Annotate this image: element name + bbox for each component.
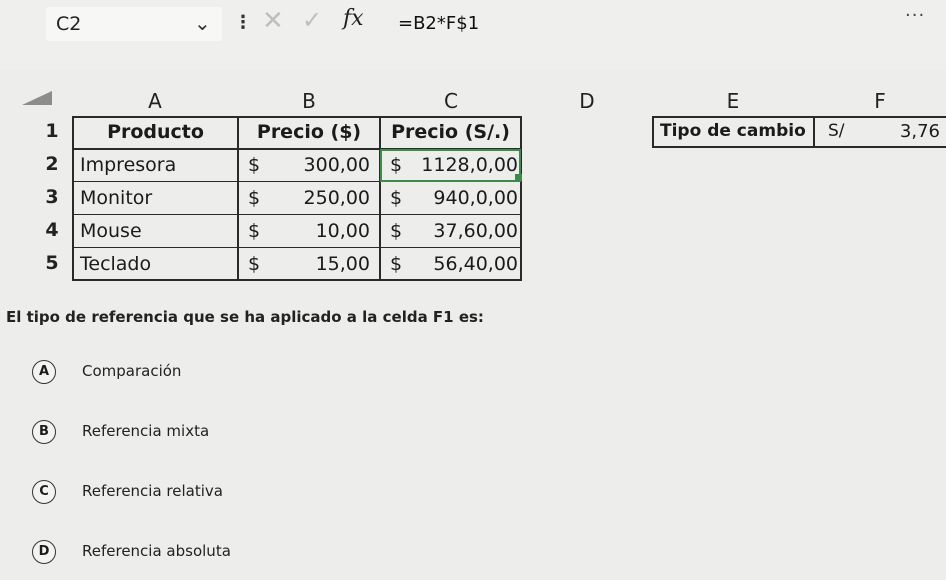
x-icon[interactable]: ✕: [262, 6, 284, 36]
column-header-c[interactable]: C: [380, 86, 522, 116]
row-header-3[interactable]: 3: [32, 186, 72, 208]
row-header-5[interactable]: 5: [32, 252, 72, 274]
column-header-b[interactable]: B: [238, 86, 380, 116]
table-border: [813, 116, 815, 148]
table-border: [72, 247, 522, 248]
more-icon[interactable]: ...: [905, 0, 925, 21]
cell-c2[interactable]: 1128,0,00: [408, 154, 518, 176]
cell-b2[interactable]: 300,00: [268, 154, 370, 176]
chevron-down-icon[interactable]: ⌄: [194, 11, 211, 35]
option-letter: A: [32, 360, 56, 384]
column-header-e[interactable]: E: [652, 86, 814, 116]
formula-text: =B2*F$1: [398, 13, 480, 34]
fill-handle[interactable]: [515, 174, 522, 181]
cell-a3[interactable]: Monitor: [80, 187, 152, 209]
cell-c1[interactable]: Precio (S/.): [381, 121, 520, 143]
table-border: [72, 214, 522, 215]
option-label: Referencia mixta: [82, 422, 210, 440]
name-box[interactable]: C2 ⌄: [46, 7, 222, 41]
cell-b1[interactable]: Precio ($): [239, 121, 379, 143]
option-label: Referencia relativa: [82, 482, 223, 500]
check-icon[interactable]: ✓: [302, 6, 322, 34]
option-label: Comparación: [82, 362, 182, 380]
cell-e1[interactable]: Tipo de cambio: [660, 121, 806, 141]
formula-bar: C2 ⌄ ⋮ ✕ ✓ fx =B2*F$1 ...: [0, 0, 946, 70]
cell-c3-symbol: $: [390, 187, 403, 209]
table-border: [520, 116, 522, 281]
cell-a5[interactable]: Teclado: [80, 253, 151, 275]
formula-input[interactable]: =B2*F$1: [380, 5, 900, 41]
option-letter: C: [32, 480, 56, 504]
option-label: Referencia absoluta: [82, 542, 231, 560]
cell-c4[interactable]: 37,60,00: [408, 220, 518, 242]
cell-c5[interactable]: 56,40,00: [408, 253, 518, 275]
table-border: [652, 146, 946, 148]
cell-c2-symbol: $: [390, 154, 403, 176]
column-header-d[interactable]: D: [522, 86, 652, 116]
column-header-f[interactable]: F: [814, 86, 946, 116]
cell-b5[interactable]: 15,00: [268, 253, 370, 275]
cell-b3[interactable]: 250,00: [268, 187, 370, 209]
name-box-value: C2: [56, 13, 82, 35]
table-border: [72, 279, 522, 281]
option-letter: D: [32, 540, 56, 564]
question-text: El tipo de referencia que se ha aplicado…: [6, 308, 484, 326]
cell-b3-symbol: $: [248, 187, 261, 209]
cell-c5-symbol: $: [390, 253, 403, 275]
cell-b4[interactable]: 10,00: [268, 220, 370, 242]
cell-b4-symbol: $: [248, 220, 261, 242]
drag-handle-icon[interactable]: ⋮: [234, 12, 252, 33]
cell-a2[interactable]: Impresora: [80, 154, 176, 176]
table-border: [72, 116, 522, 118]
table-border: [652, 116, 654, 148]
cell-a1[interactable]: Producto: [74, 121, 237, 143]
cell-f1-currency: S/: [828, 121, 845, 141]
cell-a4[interactable]: Mouse: [80, 220, 142, 242]
column-header-a[interactable]: A: [72, 86, 238, 116]
cell-b5-symbol: $: [248, 253, 261, 275]
row-header-2[interactable]: 2: [32, 153, 72, 175]
cell-f1[interactable]: 3,76: [860, 121, 940, 142]
cell-c4-symbol: $: [390, 220, 403, 242]
row-header-4[interactable]: 4: [32, 219, 72, 241]
select-all-corner[interactable]: [22, 91, 52, 105]
cell-c3[interactable]: 940,0,00: [408, 187, 518, 209]
option-letter: B: [32, 420, 56, 444]
cell-b2-symbol: $: [248, 154, 261, 176]
table-border: [652, 116, 946, 118]
row-header-1[interactable]: 1: [32, 120, 72, 142]
function-icon[interactable]: fx: [343, 6, 364, 31]
